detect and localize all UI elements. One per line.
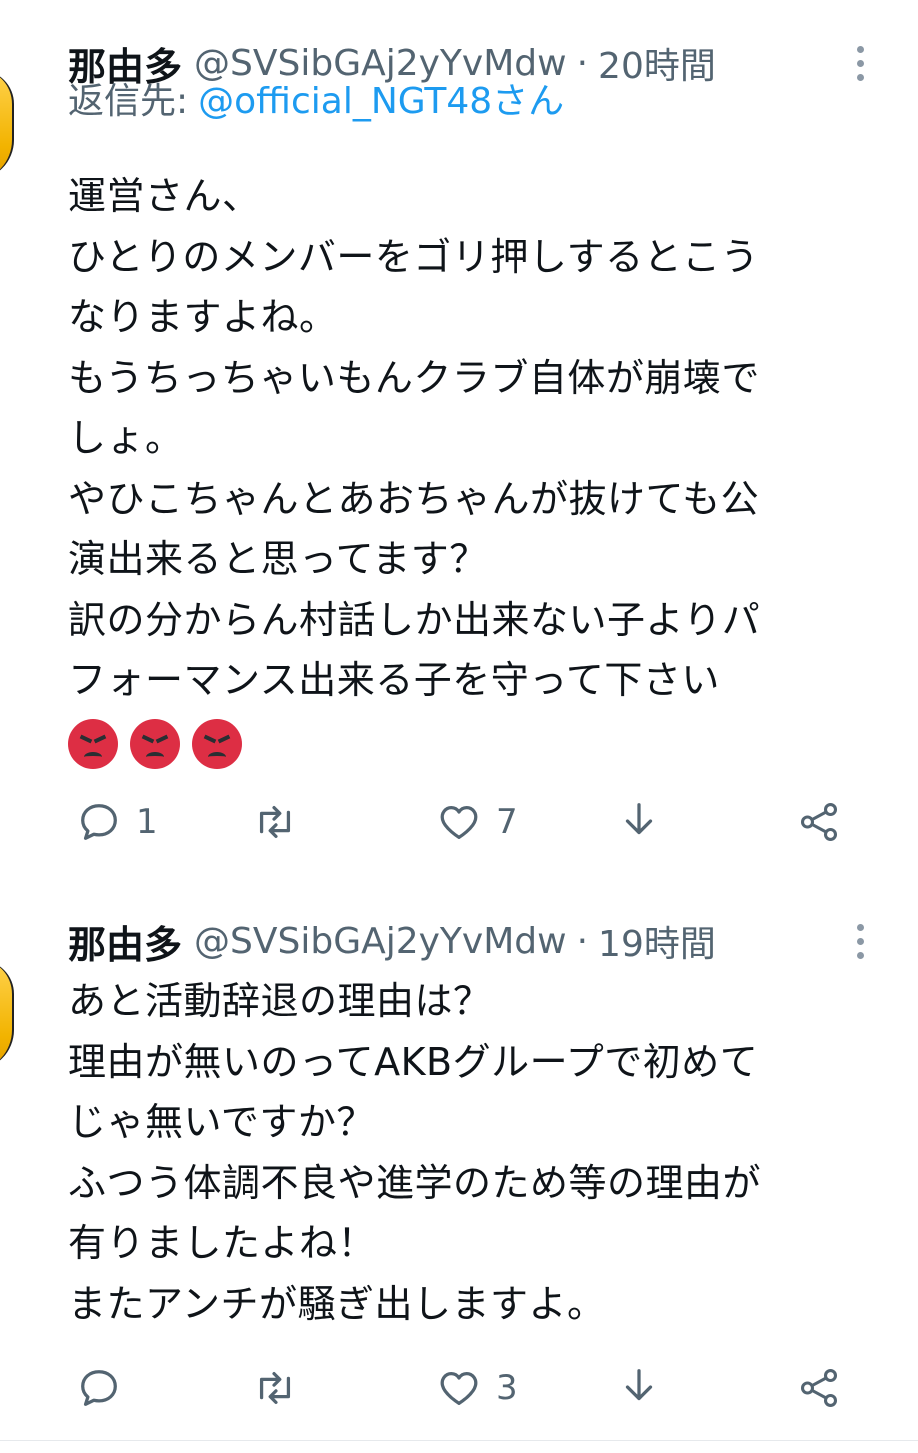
like-count: 7 [496, 802, 518, 842]
tweet-1[interactable]: 那由多 @SVSibGAj2yYvMdw · 20時間 返信先: @offici… [0, 0, 918, 880]
avatar[interactable] [0, 70, 16, 180]
reply-icon [81, 804, 117, 840]
text-line: あと活動辞退の理由は？ [68, 979, 492, 1023]
text-line: またアンチが騒ぎ出しますよ。 [68, 1281, 606, 1326]
text-line: 演出来ると思ってます？ [68, 537, 488, 581]
share-button[interactable] [796, 792, 842, 852]
text-line: しょ。 [68, 416, 184, 460]
like-icon [440, 805, 478, 839]
tweet-text: 運営さん、 ひとりのメンバーをゴリ押しするとこう なりますよね。 もうちっちゃい… [68, 166, 888, 769]
retweet-icon [259, 1371, 291, 1405]
like-button[interactable]: 7 [436, 792, 518, 852]
reply-icon [81, 1370, 117, 1406]
emoji-row [68, 711, 888, 769]
angry-face-icon [130, 718, 180, 769]
share-button[interactable] [796, 1358, 842, 1418]
display-name[interactable]: 那由多 [68, 914, 182, 969]
reply-button[interactable] [76, 1358, 136, 1418]
tweet-text: あと活動辞退の理由は？ 理由が無いのってAKBグループで初めて じゃ無いですか？… [68, 971, 888, 1334]
text-line: 有りましたよね！ [68, 1221, 377, 1265]
reply-to-label: 返信先: [68, 81, 189, 122]
tweet-header: 那由多 @SVSibGAj2yYvMdw · 19時間 [68, 914, 878, 969]
share-icon [800, 1369, 838, 1407]
retweet-button[interactable] [252, 792, 312, 852]
reply-to: 返信先: @official_NGT48さん [68, 73, 564, 123]
bookmark-download-icon [625, 1369, 653, 1401]
text-line: もうちっちゃいもんクラブ自体が崩壊で [68, 355, 760, 400]
bookmark-download-icon [625, 803, 653, 835]
action-bar: 1 7 [0, 792, 918, 852]
download-button[interactable] [616, 792, 662, 852]
angry-face-icon [192, 718, 242, 769]
like-button[interactable]: 3 [436, 1358, 518, 1418]
separator: · [576, 920, 589, 962]
text-line: なりますよね。 [68, 295, 338, 339]
divider [0, 1440, 918, 1441]
text-line: 理由が無いのってAKBグループで初めて [68, 1039, 759, 1084]
text-line: 運営さん、 [68, 174, 261, 218]
reply-to-mention[interactable]: @official_NGT48さん [198, 72, 564, 124]
like-count: 3 [496, 1368, 518, 1408]
download-button[interactable] [616, 1358, 662, 1418]
action-bar: 3 [0, 1358, 918, 1418]
reply-count: 1 [136, 802, 158, 842]
separator: · [576, 42, 589, 84]
share-icon [800, 803, 838, 841]
user-handle[interactable]: @SVSibGAj2yYvMdw [194, 921, 567, 962]
timestamp[interactable]: 19時間 [598, 915, 716, 967]
text-line: やひこちゃんとあおちゃんが抜けても公 [68, 476, 760, 521]
text-line: フォーマンス出来る子を守って下さい [68, 658, 720, 702]
reply-button[interactable]: 1 [76, 792, 158, 852]
text-line: ふつう体調不良や進学のため等の理由が [68, 1160, 762, 1205]
timestamp[interactable]: 20時間 [598, 37, 716, 89]
text-line: 訳の分からん村話しか出来ない子よりパ [68, 597, 761, 642]
more-icon[interactable] [842, 38, 878, 88]
angry-face-icon [68, 718, 118, 769]
like-icon [440, 1371, 478, 1405]
tweet-2[interactable]: 那由多 @SVSibGAj2yYvMdw · 19時間 あと活動辞退の理由は？ … [0, 900, 918, 1430]
more-icon[interactable] [842, 916, 878, 966]
text-line: ひとりのメンバーをゴリ押しするとこう [68, 234, 760, 279]
avatar[interactable] [0, 960, 16, 1070]
retweet-icon [259, 805, 291, 839]
text-line: じゃ無いですか？ [68, 1100, 375, 1144]
retweet-button[interactable] [252, 1358, 312, 1418]
